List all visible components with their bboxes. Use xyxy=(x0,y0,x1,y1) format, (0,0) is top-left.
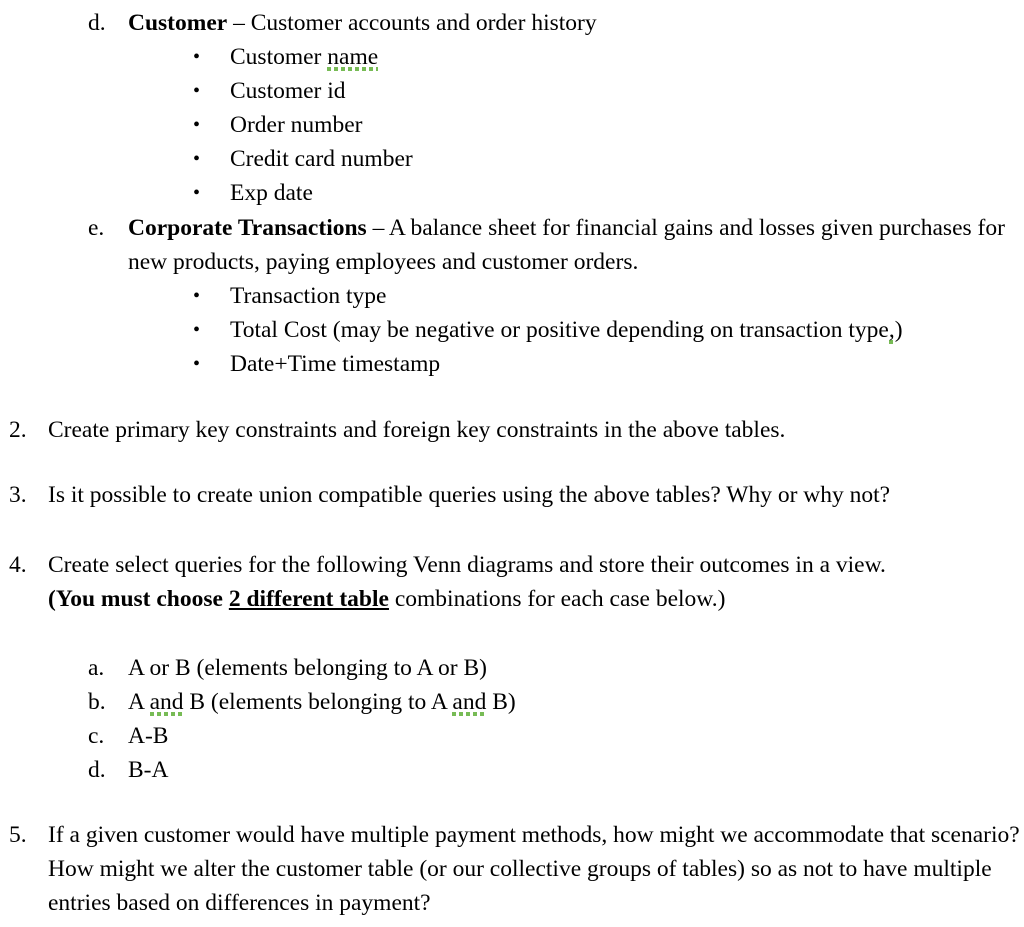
field-label: Customer name xyxy=(230,40,1024,74)
dash-separator-d: – xyxy=(227,10,251,36)
list-marker-d: d. xyxy=(88,10,106,36)
field-text-trailing: ) xyxy=(894,317,903,343)
question-3: 3. Is it possible to create union compat… xyxy=(0,478,1024,512)
field-bullet-item: • Customer name xyxy=(0,40,1024,74)
field-label: Date+Time timestamp xyxy=(230,351,441,377)
dash-separator-e: – xyxy=(366,215,389,241)
question-4-subitems: a. A or B (elements belonging to A or B)… xyxy=(0,651,1024,787)
venn-case-b-post: B) xyxy=(486,689,516,715)
question-2: 2. Create primary key constraints and fo… xyxy=(0,413,1024,447)
field-label: Credit card number xyxy=(230,146,413,172)
table-description-customer: Customer accounts and order history xyxy=(250,10,597,36)
outline-item-e-text: Corporate Transactions – A balance sheet… xyxy=(128,211,1024,279)
bullet-icon: • xyxy=(193,148,201,170)
question-4-text: Create select queries for the following … xyxy=(48,548,1024,616)
field-bullet-item: • Transaction type xyxy=(0,279,1024,313)
field-bullet-item: • Total Cost (may be negative or positiv… xyxy=(0,313,1024,347)
spellcheck-squiggle: , xyxy=(888,317,895,345)
field-label: Exp date xyxy=(230,180,313,206)
question-4: 4. Create select queries for the followi… xyxy=(0,548,1024,616)
venn-case-b: b. A and B (elements belonging to A and … xyxy=(0,685,1024,719)
bullet-icon: • xyxy=(193,80,201,102)
venn-case-d-text: B-A xyxy=(128,757,169,783)
field-bullet-item: • Credit card number xyxy=(0,142,1024,176)
list-marker-3: 3. xyxy=(9,482,27,508)
list-marker-d2: d. xyxy=(88,757,106,783)
field-label: Customer id xyxy=(230,78,346,104)
field-text: Customer xyxy=(230,44,328,70)
bullet-icon: • xyxy=(193,319,201,341)
spellcheck-squiggle: and xyxy=(452,689,487,717)
list-marker-e: e. xyxy=(88,215,105,241)
field-bullet-item: • Date+Time timestamp xyxy=(0,347,1024,381)
list-marker-5: 5. xyxy=(9,822,27,848)
field-bullet-item: • Order number xyxy=(0,108,1024,142)
question-4-line1: Create select queries for the following … xyxy=(48,552,886,578)
bullet-icon: • xyxy=(193,353,201,375)
list-marker-4: 4. xyxy=(9,552,27,578)
outline-item-e: e. Corporate Transactions – A balance sh… xyxy=(0,211,1024,381)
field-label: Total Cost (may be negative or positive … xyxy=(230,313,1024,347)
venn-case-d: d. B-A xyxy=(0,753,1024,787)
outline-item-d: d. Customer – Customer accounts and orde… xyxy=(0,6,1024,210)
list-marker-2: 2. xyxy=(9,417,27,443)
question-4-line2-suffix: combinations for each case below.) xyxy=(388,586,726,612)
document-page: d. Customer – Customer accounts and orde… xyxy=(0,0,1024,927)
question-3-text: Is it possible to create union compatibl… xyxy=(48,482,891,508)
venn-case-b-text: A and B (elements belonging to A and B) xyxy=(128,685,1024,719)
question-5: 5. If a given customer would have multip… xyxy=(0,818,1024,920)
bullet-icon: • xyxy=(193,46,201,68)
list-marker-b: b. xyxy=(88,689,106,715)
table-name-corporate-transactions: Corporate Transactions xyxy=(128,215,367,241)
venn-case-a-text: A or B (elements belonging to A or B) xyxy=(128,655,487,681)
question-2-text: Create primary key constraints and forei… xyxy=(48,417,786,443)
outline-item-d-text: Customer – Customer accounts and order h… xyxy=(128,6,1024,40)
outline-item-d-heading: d. Customer – Customer accounts and orde… xyxy=(0,6,1024,40)
question-5-text: If a given customer would have multiple … xyxy=(48,822,1020,916)
question-4-line2-bold-prefix: (You must choose xyxy=(48,586,229,612)
venn-case-b-pre: A xyxy=(128,689,150,715)
venn-case-c: c. A-B xyxy=(0,719,1024,753)
spellcheck-squiggle: name xyxy=(327,44,379,72)
question-4-emphasis: 2 different table xyxy=(228,586,389,612)
field-bullet-item: • Exp date xyxy=(0,176,1024,210)
venn-case-c-text: A-B xyxy=(128,723,169,749)
field-text: Total Cost (may be negative or positive … xyxy=(230,317,889,343)
list-marker-c: c. xyxy=(88,723,105,749)
field-bullet-item: • Customer id xyxy=(0,74,1024,108)
field-label: Transaction type xyxy=(230,283,387,309)
list-marker-a: a. xyxy=(88,655,105,681)
spellcheck-squiggle: and xyxy=(149,689,184,717)
field-label: Order number xyxy=(230,112,363,138)
bullet-icon: • xyxy=(193,114,201,136)
venn-case-a: a. A or B (elements belonging to A or B) xyxy=(0,651,1024,685)
table-name-customer: Customer xyxy=(128,10,228,36)
outline-item-e-heading: e. Corporate Transactions – A balance sh… xyxy=(0,211,1024,279)
bullet-icon: • xyxy=(193,285,201,307)
venn-case-b-mid: B (elements belonging to A xyxy=(183,689,453,715)
bullet-icon: • xyxy=(193,182,201,204)
